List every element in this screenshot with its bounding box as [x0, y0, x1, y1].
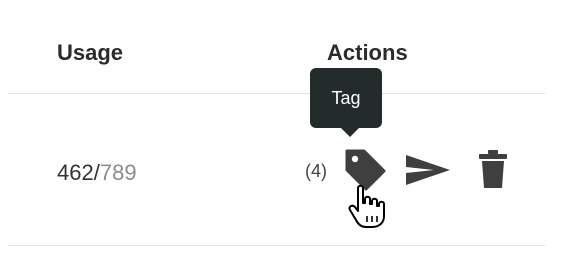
usage-column-header: Usage [57, 40, 124, 65]
usage-limit: 789 [99, 160, 137, 185]
header-divider [8, 93, 545, 94]
usage-used: 462 [57, 160, 94, 185]
tooltip-text: Tag [331, 87, 361, 108]
usage-value: 462/789 [57, 160, 137, 186]
send-icon[interactable] [404, 153, 452, 187]
trash-icon[interactable] [476, 148, 510, 190]
row-divider [8, 245, 545, 246]
tag-tooltip: Tag [310, 68, 382, 137]
actions-column-header: Actions [327, 40, 408, 65]
tag-count: (4) [305, 161, 327, 181]
hand-cursor-icon [348, 184, 385, 228]
